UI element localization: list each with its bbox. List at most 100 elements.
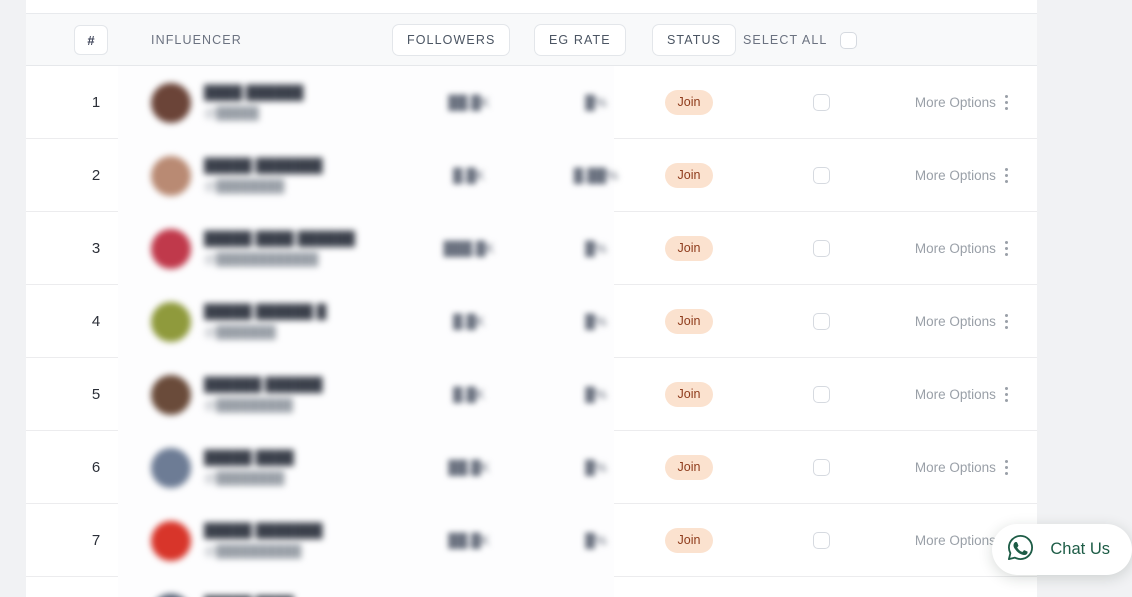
influencer-cell[interactable]: ██████ ██████ @█████████ <box>151 358 323 431</box>
row-number: 4 <box>91 313 101 330</box>
status-badge[interactable]: Join <box>664 528 714 553</box>
status-cell[interactable]: Join <box>634 577 744 597</box>
row-select-cell[interactable] <box>766 66 876 139</box>
eg-rate-cell: █% <box>546 431 646 504</box>
eg-rate-value: █% <box>585 241 607 256</box>
row-number: 7 <box>91 532 101 549</box>
followers-value: █.█K <box>453 387 485 402</box>
eg-rate-value: █% <box>585 314 607 329</box>
row-number: 1 <box>91 94 101 111</box>
kebab-menu-icon[interactable] <box>1004 387 1009 402</box>
eg-rate-cell: █% <box>546 285 646 358</box>
avatar <box>151 447 191 488</box>
table-row[interactable]: 3 █████ ████ ██████ @████████████ ███.█K █% J… <box>26 212 1037 285</box>
column-header-select-all[interactable]: SELECT ALL <box>743 14 858 66</box>
more-options-label: More Options <box>914 241 996 256</box>
more-options-button[interactable]: More Options <box>886 212 1037 285</box>
followers-cell: ██.█K <box>416 504 522 577</box>
table-row[interactable]: 4 █████ ██████ █ @███████ █.█K █% Join More Op… <box>26 285 1037 358</box>
status-cell[interactable]: Join <box>634 139 744 212</box>
row-checkbox[interactable] <box>812 94 830 111</box>
influencer-handle: @████████████ <box>204 251 319 266</box>
chat-us-button[interactable]: Chat Us <box>992 524 1132 575</box>
row-select-cell[interactable] <box>766 577 876 597</box>
kebab-menu-icon[interactable] <box>1004 460 1009 475</box>
table-row[interactable]: 2 █████ ███████ @████████ █.█K █.██% Join More… <box>26 139 1037 212</box>
status-badge[interactable]: Join <box>664 455 714 480</box>
more-options-button[interactable]: More Options <box>886 431 1037 504</box>
influencer-name: █████ ██████ █ <box>204 304 327 320</box>
column-header-followers[interactable]: FOLLOWERS <box>392 14 511 66</box>
status-cell[interactable]: Join <box>634 66 744 139</box>
column-header-status[interactable]: STATUS <box>652 14 737 66</box>
row-checkbox[interactable] <box>812 167 830 184</box>
select-all-checkbox[interactable] <box>840 31 858 49</box>
eg-rate-cell: █% <box>546 66 646 139</box>
influencer-cell[interactable]: █████ ███████ @████████ <box>151 139 323 212</box>
status-cell[interactable]: Join <box>634 358 744 431</box>
more-options-button[interactable]: More Options <box>886 66 1037 139</box>
row-select-cell[interactable] <box>766 212 876 285</box>
kebab-menu-icon[interactable] <box>1004 168 1009 183</box>
table-row[interactable]: 5 ██████ ██████ @█████████ █.█K █% Join More O… <box>26 358 1037 431</box>
row-select-cell[interactable] <box>766 504 876 577</box>
status-cell[interactable]: Join <box>634 504 744 577</box>
more-options-label: More Options <box>914 387 996 402</box>
status-cell[interactable]: Join <box>634 431 744 504</box>
influencer-cell[interactable]: ████ ██████ @█████ <box>151 66 303 139</box>
avatar <box>151 593 191 597</box>
status-sort-button[interactable]: STATUS <box>652 24 737 56</box>
influencer-name: █████ ████ ██████ <box>204 231 355 247</box>
column-header-influencer: INFLUENCER <box>151 14 242 66</box>
followers-sort-button[interactable]: FOLLOWERS <box>392 24 511 56</box>
kebab-menu-icon[interactable] <box>1004 95 1009 110</box>
table-row[interactable]: 6 █████ ████ @████████ ██.█K █% Join More Opti… <box>26 431 1037 504</box>
kebab-menu-icon[interactable] <box>1004 241 1009 256</box>
row-checkbox[interactable] <box>812 532 830 549</box>
row-select-cell[interactable] <box>766 139 876 212</box>
table-row[interactable]: 8 █████ ████@███████ █.█K █%Join More Option… <box>26 577 1037 597</box>
status-badge[interactable]: Join <box>664 163 714 188</box>
influencer-cell[interactable]: █████ ████ @████████ <box>151 431 294 504</box>
status-badge[interactable]: Join <box>664 236 714 261</box>
more-options-button[interactable]: More Options <box>886 358 1037 431</box>
influencer-cell[interactable]: █████ ████@███████ <box>151 577 294 597</box>
status-badge[interactable]: Join <box>664 309 714 334</box>
more-options-button[interactable]: More Options <box>886 285 1037 358</box>
influencer-cell[interactable]: █████ ██████ █ @███████ <box>151 285 326 358</box>
row-select-cell[interactable] <box>766 358 876 431</box>
row-checkbox[interactable] <box>812 313 830 330</box>
influencer-cell[interactable]: █████ ███████ @██████████ <box>151 504 323 577</box>
eg-rate-sort-button[interactable]: EG RATE <box>534 24 626 56</box>
avatar <box>151 155 191 196</box>
followers-value: ██.█K <box>448 533 490 548</box>
influencer-handle: @████████ <box>204 178 285 193</box>
row-checkbox[interactable] <box>812 386 830 403</box>
hash-button[interactable]: # <box>74 25 108 55</box>
more-options-button[interactable]: More Options <box>886 139 1037 212</box>
influencer-handle: @████████ <box>204 470 285 485</box>
avatar <box>151 228 191 269</box>
column-header-eg-rate[interactable]: EG RATE <box>534 14 626 66</box>
status-badge[interactable]: Join <box>664 382 714 407</box>
row-select-cell[interactable] <box>766 285 876 358</box>
table-row[interactable]: 7 █████ ███████ @██████████ ██.█K █% Join More… <box>26 504 1037 577</box>
row-checkbox[interactable] <box>812 240 830 257</box>
kebab-menu-icon[interactable] <box>1004 314 1009 329</box>
more-options-label: More Options <box>914 314 996 329</box>
select-all-label: SELECT ALL <box>743 33 828 47</box>
status-badge[interactable]: Join <box>664 90 714 115</box>
eg-rate-value: █% <box>585 95 607 110</box>
row-checkbox[interactable] <box>812 459 830 476</box>
eg-rate-cell: █% <box>546 212 646 285</box>
table-header-row: # INFLUENCER FOLLOWERS EG RATE STATUS SE… <box>26 14 1037 66</box>
column-header-number[interactable]: # <box>74 14 108 66</box>
more-options-button[interactable]: More Options <box>886 577 1037 597</box>
row-number: 3 <box>91 240 101 257</box>
followers-value: █.█K <box>453 168 485 183</box>
table-row[interactable]: 1 ████ ██████ @█████ ██.█K █% Join More Option… <box>26 66 1037 139</box>
row-select-cell[interactable] <box>766 431 876 504</box>
influencer-cell[interactable]: █████ ████ ██████ @████████████ <box>151 212 355 285</box>
status-cell[interactable]: Join <box>634 285 744 358</box>
status-cell[interactable]: Join <box>634 212 744 285</box>
